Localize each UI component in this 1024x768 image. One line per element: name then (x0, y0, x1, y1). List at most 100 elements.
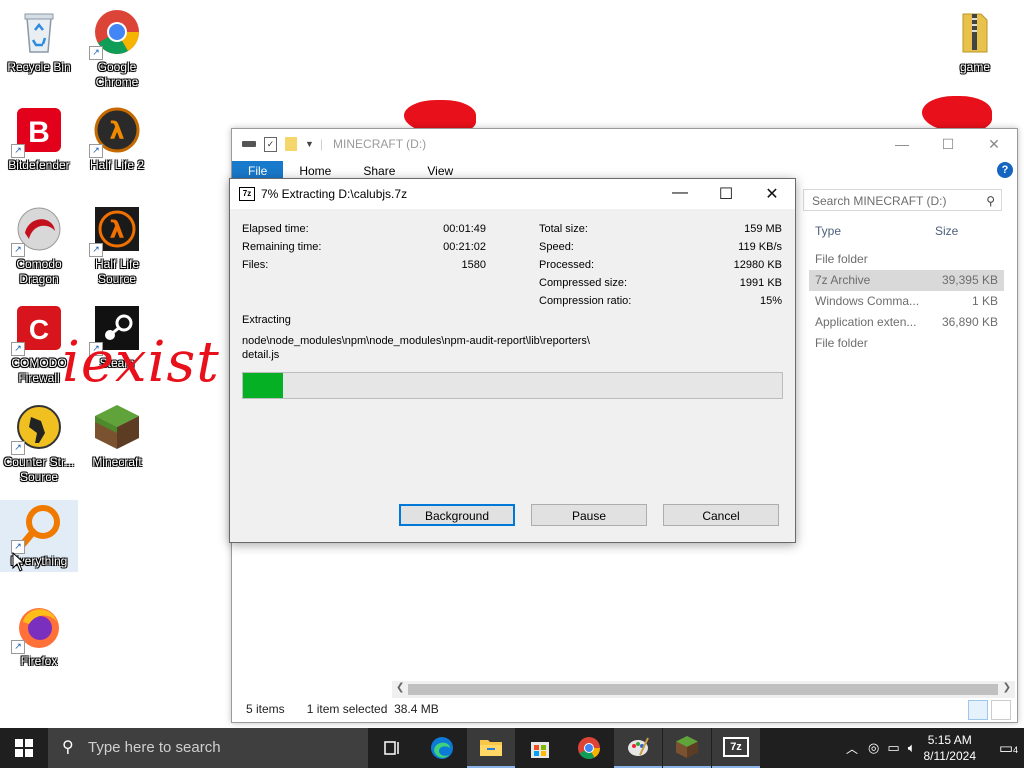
horizontal-scrollbar[interactable]: ❮ ❯ (392, 681, 1015, 698)
7zip-icon: 7z (723, 737, 749, 757)
stat-value: 00:01:49 (443, 223, 486, 235)
stat-remaining-time: Remaining time: 00:21:02 (242, 241, 486, 255)
red-splotch (922, 96, 992, 132)
folder-icon (480, 740, 502, 756)
half-life-2-icon: λ ↗ (89, 106, 141, 158)
file-row-selected[interactable]: 7z Archive 39,395 KB (809, 270, 1004, 291)
clock-date: 8/11/2024 (923, 749, 977, 763)
desktop-icon-recycle-bin[interactable]: Recycle Bin (0, 8, 78, 75)
close-icon[interactable]: ✕ (971, 136, 1017, 153)
taskbar-file-explorer[interactable] (467, 728, 515, 768)
bitdefender-icon: B ↗ (11, 106, 63, 158)
notification-count-badge: 4 (1012, 745, 1018, 755)
dialog-title-bar[interactable]: 7z 7% Extracting D:\calubjs.7z — ☐ ✕ (230, 179, 795, 209)
comodo-firewall-icon: C ↗ (11, 304, 63, 356)
pause-button[interactable]: Pause (531, 504, 647, 526)
explorer-window-title: MINECRAFT (D:) (333, 137, 427, 151)
file-row[interactable]: Windows Comma... 1 KB (809, 291, 1004, 312)
drive-icon (242, 141, 256, 147)
desktop-icon-counter-strike[interactable]: ↗ Counter Str... Source (0, 403, 78, 485)
desktop-icon-half-life-source[interactable]: λ ↗ Half Life Source (78, 205, 156, 287)
show-hidden-icons-icon[interactable]: ︿ (846, 740, 858, 757)
store-icon (531, 742, 549, 758)
watermark-text: iexist (62, 330, 220, 395)
speaker-icon[interactable]: 🔈︎ (908, 740, 916, 756)
taskbar-store[interactable] (516, 728, 564, 768)
desktop-icon-minecraft[interactable]: Minecraft (78, 403, 156, 470)
background-button[interactable]: Background (399, 504, 515, 526)
details-view-icon[interactable] (968, 700, 988, 720)
location-icon[interactable]: ◎ (868, 740, 879, 756)
customize-quick-access-icon[interactable]: ▼ (305, 139, 314, 149)
start-button[interactable] (0, 728, 48, 768)
desktop-icon-label: Bitdefender (8, 158, 70, 172)
taskbar-edge[interactable] (418, 728, 466, 768)
stat-compressed-size: Compressed size: 1991 KB (539, 277, 782, 291)
quick-access-toolbar: ✓ ▼ (232, 136, 314, 152)
task-view-icon (384, 741, 399, 755)
status-selected-size: 38.4 MB (394, 702, 439, 716)
chrome-icon (578, 737, 600, 759)
column-header-type[interactable]: Type (815, 224, 841, 238)
search-input[interactable]: Search MINECRAFT (D:) ⚲ (803, 189, 1002, 211)
file-row[interactable]: File folder (809, 333, 1004, 354)
status-selected: 1 item selected (306, 702, 388, 716)
7zip-app-icon: 7z (239, 187, 255, 201)
desktop-icon-half-life-2[interactable]: λ ↗ Half Life 2 (78, 106, 156, 173)
desktop-icon-bitdefender[interactable]: B ↗ Bitdefender (0, 106, 78, 173)
stat-label: Compressed size: (539, 277, 628, 289)
status-item-count: 5 items (246, 702, 285, 716)
maximize-icon[interactable]: ☐ (925, 136, 971, 153)
column-header-size[interactable]: Size (935, 224, 958, 238)
clock[interactable]: 5:15 AM 8/11/2024 (924, 732, 977, 764)
desktop-icon-firefox[interactable]: ↗ Firefox (0, 602, 78, 669)
network-icon[interactable]: ▭ (887, 740, 899, 756)
explorer-title-bar[interactable]: ✓ ▼ | MINECRAFT (D:) — ☐ ✕ (232, 129, 1017, 159)
extraction-progress-dialog[interactable]: 7z 7% Extracting D:\calubjs.7z — ☐ ✕ Ela… (229, 178, 796, 543)
desktop-icon-comodo-dragon[interactable]: ↗ Comodo Dragon (0, 205, 78, 287)
maximize-icon[interactable]: ☐ (703, 184, 749, 204)
taskbar: ⚲ Type here to search 7z ︿ ◎ ▭ 🔈︎ 5:15 A… (0, 728, 1024, 768)
help-icon[interactable]: ? (997, 162, 1013, 178)
file-size: 39,395 KB (941, 273, 998, 287)
taskbar-search-input[interactable]: ⚲ Type here to search (48, 728, 368, 768)
properties-icon[interactable]: ✓ (264, 136, 277, 152)
stat-value: 1580 (461, 259, 486, 271)
cancel-button[interactable]: Cancel (663, 504, 779, 526)
counter-strike-icon: ↗ (11, 403, 63, 455)
taskbar-7zip[interactable]: 7z (712, 728, 760, 768)
desktop-icon-label: Firefox (20, 654, 58, 668)
taskbar-chrome[interactable] (565, 728, 613, 768)
file-type: Application exten... (815, 315, 917, 329)
operation-label: Extracting (242, 314, 291, 326)
minimize-icon[interactable]: — (657, 184, 703, 204)
shortcut-arrow-icon: ↗ (89, 144, 103, 158)
shortcut-arrow-icon: ↗ (11, 243, 25, 257)
close-icon[interactable]: ✕ (749, 184, 795, 204)
stat-files: Files: 1580 (242, 259, 486, 273)
desktop-icon-game[interactable]: game (936, 8, 1014, 75)
file-row[interactable]: Application exten... 36,890 KB (809, 312, 1004, 333)
file-row[interactable]: File folder (809, 249, 1004, 270)
desktop-icon-label: Comodo Dragon (16, 257, 62, 286)
folder-zip-icon (951, 8, 999, 56)
stat-processed: Processed: 12980 KB (539, 259, 782, 273)
desktop-icon-label: Counter Str... Source (3, 455, 75, 484)
file-path-line: detail.js (242, 349, 280, 361)
task-view-button[interactable] (368, 728, 416, 768)
scroll-right-icon[interactable]: ❯ (1003, 682, 1011, 693)
notification-center-icon[interactable]: ▭ 4 (988, 739, 1024, 757)
taskbar-paint[interactable] (614, 728, 662, 768)
large-icons-view-icon[interactable] (991, 700, 1011, 720)
minimize-icon[interactable]: — (879, 136, 925, 153)
new-folder-icon[interactable] (285, 137, 297, 151)
file-type: Windows Comma... (815, 294, 920, 308)
search-icon: ⚲ (986, 194, 995, 208)
desktop-icon-label: game (959, 60, 991, 74)
shortcut-arrow-icon: ↗ (11, 640, 25, 654)
desktop-icon-google-chrome[interactable]: ↗ Google Chrome (78, 8, 156, 90)
taskbar-minecraft[interactable] (663, 728, 711, 768)
scroll-left-icon[interactable]: ❮ (396, 682, 404, 693)
current-file-path: node\node_modules\npm\node_modules\npm-a… (242, 334, 590, 362)
scrollbar-thumb[interactable] (408, 684, 998, 695)
